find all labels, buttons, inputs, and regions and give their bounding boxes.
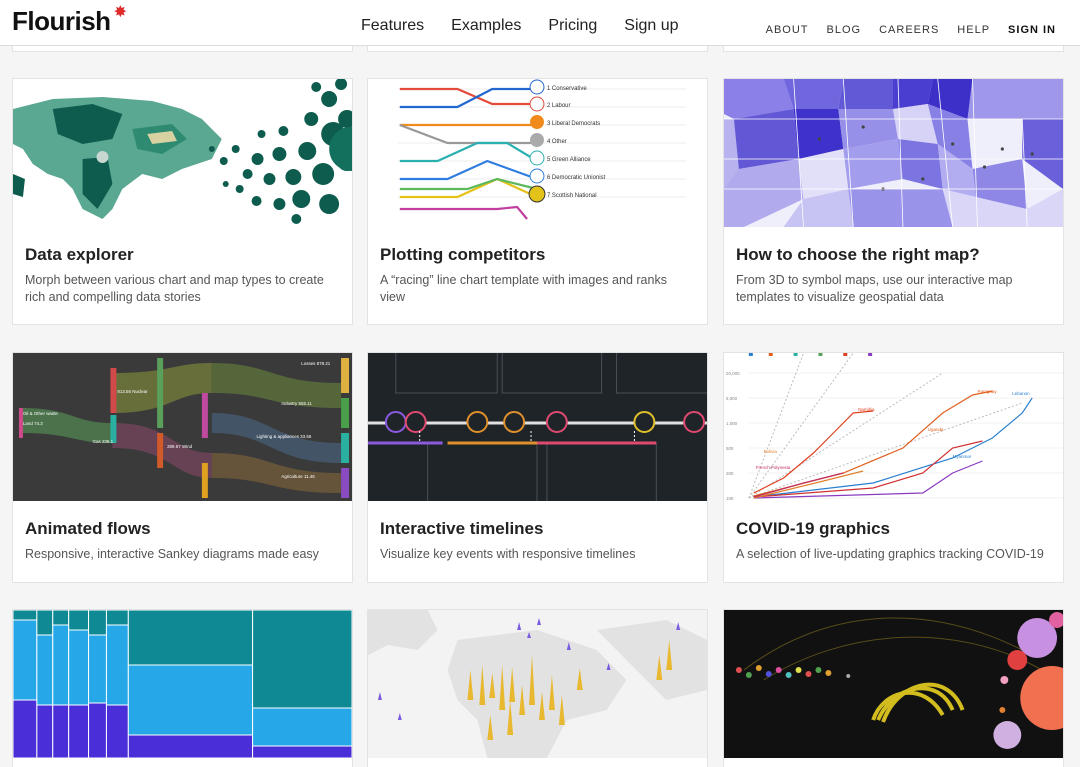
svg-text:200: 200 [726, 471, 734, 476]
svg-text:500: 500 [726, 446, 734, 451]
card-interactive-timelines[interactable]: Interactive timelines Visualize key even… [367, 352, 708, 583]
card-description: Visualize key events with responsive tim… [380, 547, 636, 561]
card-title: Data explorer [25, 245, 134, 264]
card-covid-graphics[interactable]: 20,000 5,000 1,000 500 200 100 Namibia Paragua… [723, 352, 1064, 583]
logo-star-icon: ✸ [113, 4, 127, 21]
svg-text:100: 100 [726, 496, 734, 501]
thumbnail-us-map [724, 79, 1063, 227]
thumb-label: 5 Green Alliance [547, 157, 591, 163]
thumb-label: 7 Scottish National [547, 193, 597, 199]
nav-about[interactable]: ABOUT [766, 24, 809, 36]
svg-text:Lighting & appliances 33.55: Lighting & appliances 33.55 [257, 434, 312, 439]
nav-blog[interactable]: BLOG [827, 24, 862, 36]
thumb-label: 3 Liberal Democrats [547, 121, 600, 127]
thumb-label: Myanmar [953, 454, 972, 459]
card-animated-flows[interactable]: Oil & Other waste Land 74.3 Gas 236.1 813.… [12, 352, 353, 583]
nav-pricing[interactable]: Pricing [548, 17, 597, 35]
thumb-label: Lebanon [1012, 391, 1030, 396]
nav-examples[interactable]: Examples [451, 17, 521, 35]
thumbnail-bubble-map [724, 610, 1063, 758]
svg-text:1,000: 1,000 [726, 421, 738, 426]
card-bubble-map[interactable] [723, 609, 1064, 767]
card-description: Morph between various chart and map type… [25, 273, 324, 304]
svg-text:Oil & Other waste: Oil & Other waste [23, 411, 58, 416]
card-title: COVID-19 graphics [736, 519, 890, 538]
thumb-label: French Polynesia [756, 465, 791, 470]
svg-text:Land 74.3: Land 74.3 [23, 421, 43, 426]
svg-text:Agriculture 11.46: Agriculture 11.46 [281, 474, 315, 479]
site-header: Flourish ✸ Features Examples Pricing Sign… [0, 0, 1080, 46]
thumb-label: Paraguay [978, 389, 998, 394]
card-title: Animated flows [25, 519, 151, 538]
card-description: A “racing” line chart template with imag… [380, 273, 667, 304]
thumb-label: 4 Other [547, 139, 567, 145]
svg-text:Losses 878.21: Losses 878.21 [301, 361, 330, 366]
nav-sign-up[interactable]: Sign up [624, 17, 678, 35]
card-spike-map[interactable] [367, 609, 708, 767]
thumbnail-covid-chart: 20,000 5,000 1,000 500 200 100 Namibia Paragua… [724, 353, 1063, 501]
main-nav: Features Examples Pricing Sign up [361, 17, 679, 35]
flourish-logo[interactable]: Flourish ✸ [12, 4, 127, 37]
svg-text:Industry 555.11: Industry 555.11 [281, 401, 312, 406]
thumbnail-marimekko [13, 610, 352, 758]
thumb-label: Namibia [858, 407, 875, 412]
nav-help[interactable]: HELP [957, 24, 990, 36]
card-description: A selection of live-updating graphics tr… [736, 547, 1044, 561]
thumbnail-sankey: Oil & Other waste Land 74.3 Gas 236.1 813.… [13, 353, 352, 501]
thumbnail-racing-line-chart: 1 Conservative 2 Labour 3 Liberal Democr… [368, 79, 707, 227]
thumbnail-spike-map [368, 610, 707, 758]
card-marimekko[interactable] [12, 609, 353, 767]
card-stub [723, 46, 1064, 52]
nav-careers[interactable]: CAREERS [879, 24, 939, 36]
thumb-label: 2 Labour [547, 103, 571, 109]
svg-text:Gas 236.1: Gas 236.1 [93, 439, 114, 444]
thumb-label: Uganda [928, 427, 944, 432]
thumbnail-world-map [13, 79, 352, 227]
card-plotting-competitors[interactable]: 1 Conservative 2 Labour 3 Liberal Democr… [367, 78, 708, 325]
svg-text:20,000: 20,000 [726, 371, 740, 376]
thumb-label: Bolivia [764, 449, 778, 454]
card-choose-map[interactable]: How to choose the right map? From 3D to … [723, 78, 1064, 325]
thumb-label: 6 Democratic Unionist [547, 175, 606, 181]
card-title: How to choose the right map? [736, 245, 980, 264]
svg-text:5,000: 5,000 [726, 396, 738, 401]
card-description: Responsive, interactive Sankey diagrams … [25, 547, 319, 561]
svg-text:813.55 Nuclear: 813.55 Nuclear [117, 389, 148, 394]
nav-sign-in[interactable]: SIGN IN [1008, 24, 1056, 36]
card-title: Interactive timelines [380, 519, 544, 538]
top-nav: ABOUT BLOG CAREERS HELP SIGN IN [766, 24, 1056, 36]
card-data-explorer[interactable]: Data explorer Morph between various char… [12, 78, 353, 325]
card-title: Plotting competitors [380, 245, 546, 264]
thumb-label: 1 Conservative [547, 86, 587, 92]
card-stub [12, 46, 353, 52]
card-description: From 3D to symbol maps, use our interact… [736, 273, 1013, 304]
svg-text:289.57 Wind: 289.57 Wind [167, 444, 193, 449]
thumbnail-timeline [368, 353, 707, 501]
nav-features[interactable]: Features [361, 17, 424, 35]
card-stub [367, 46, 708, 52]
